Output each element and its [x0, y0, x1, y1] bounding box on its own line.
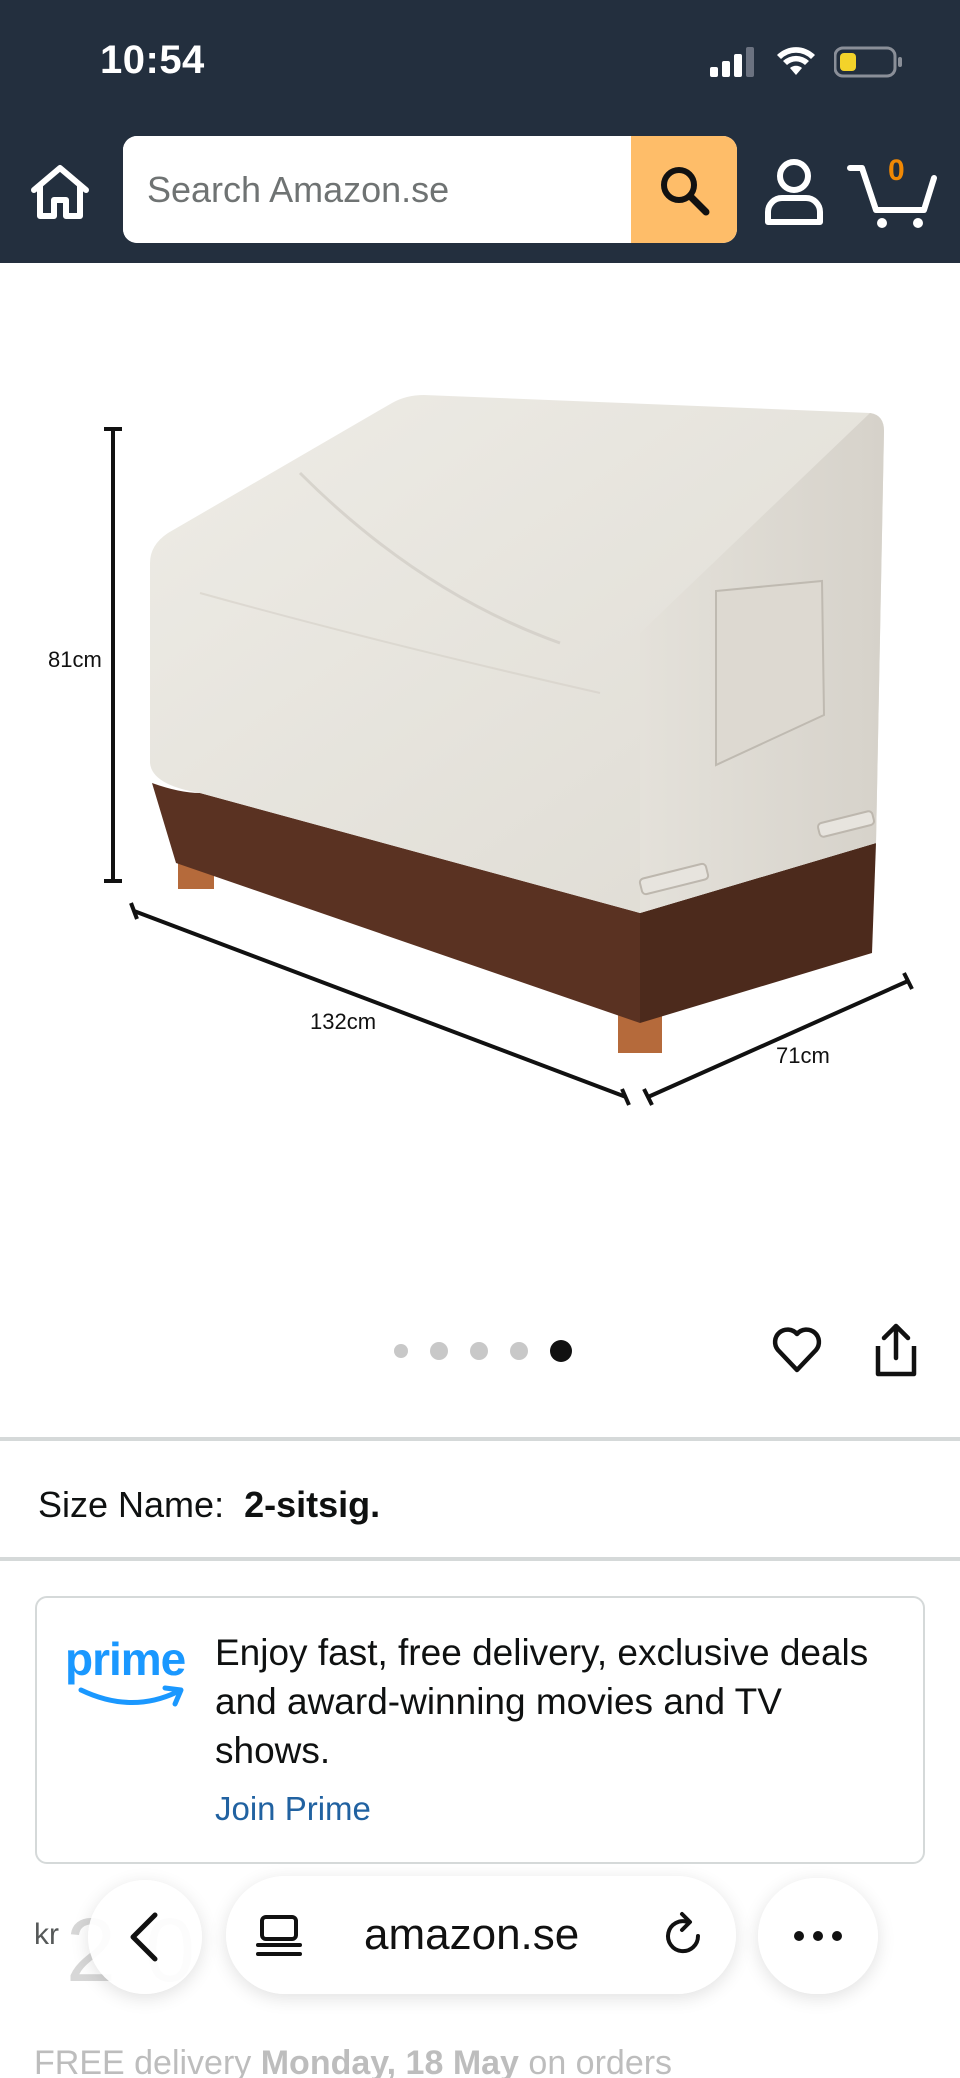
join-prime-link[interactable]: Join Prime [215, 1790, 371, 1828]
share-button[interactable] [870, 1320, 922, 1380]
delivery-prefix: FREE delivery [34, 2044, 252, 2078]
more-dot [794, 1931, 804, 1941]
account-button[interactable] [762, 156, 826, 228]
battery-icon [834, 46, 902, 78]
wifi-icon [777, 47, 815, 75]
search-icon [661, 166, 710, 215]
search-bar [123, 136, 737, 243]
status-icons [710, 44, 904, 80]
chevron-left-icon [130, 1912, 158, 1962]
prime-promo-box: prime Enjoy fast, free delivery, exclusi… [35, 1596, 925, 1864]
cart-button[interactable]: 0 [846, 148, 938, 232]
home-button[interactable] [28, 160, 92, 224]
user-icon [765, 159, 823, 225]
prime-description: Enjoy fast, free delivery, exclusive dea… [215, 1632, 869, 1771]
browser-back-button[interactable] [88, 1880, 202, 1994]
product-image: 81cm 132cm 71cm [48, 395, 914, 1106]
delivery-date: Monday, 18 May [260, 2044, 519, 2078]
search-button[interactable] [631, 136, 737, 243]
size-value: 2-sitsig. [244, 1484, 381, 1525]
heart-icon [772, 1327, 822, 1373]
product-image-carousel[interactable]: 81cm 132cm 71cm [0, 263, 960, 1438]
signal-icon [710, 47, 754, 77]
more-options-button[interactable] [758, 1878, 878, 1994]
carousel-dot[interactable] [394, 1344, 408, 1358]
dimension-depth: 71cm [776, 1043, 830, 1068]
status-time: 10:54 [100, 38, 205, 82]
reload-icon[interactable] [658, 1910, 708, 1960]
prime-smile-icon [78, 1685, 184, 1707]
top-header: 10:54 Search Amazon.se 0 [0, 0, 960, 263]
more-dot [832, 1931, 842, 1941]
carousel-dot-active[interactable] [550, 1340, 572, 1362]
size-label: Size Name: [38, 1484, 225, 1525]
divider [0, 1557, 960, 1561]
carousel-dot[interactable] [470, 1342, 488, 1360]
delivery-info: FREE delivery Monday, 18 May on orders [34, 2044, 672, 2078]
carousel-indicator [394, 1340, 572, 1362]
dimension-length: 132cm [310, 1009, 376, 1034]
carousel-dot[interactable] [430, 1342, 448, 1360]
share-icon [875, 1323, 917, 1377]
delivery-suffix: on orders [528, 2044, 673, 2078]
url-text: amazon.se [364, 1910, 580, 1959]
address-bar[interactable]: amazon.se [226, 1876, 736, 1994]
search-input[interactable] [123, 136, 633, 243]
carousel-dot[interactable] [510, 1342, 528, 1360]
price-currency: kr [34, 1918, 59, 1951]
cart-count: 0 [888, 154, 905, 187]
home-icon [31, 165, 89, 219]
wishlist-button[interactable] [770, 1322, 824, 1376]
more-dot [813, 1931, 823, 1941]
dimension-height: 81cm [48, 647, 102, 672]
prime-logo-text: prime [65, 1633, 186, 1685]
size-selector[interactable]: Size Name: 2-sitsig. [38, 1484, 380, 1526]
divider [0, 1437, 960, 1441]
prime-logo: prime [65, 1632, 193, 1712]
tabs-icon[interactable] [256, 1914, 302, 1958]
